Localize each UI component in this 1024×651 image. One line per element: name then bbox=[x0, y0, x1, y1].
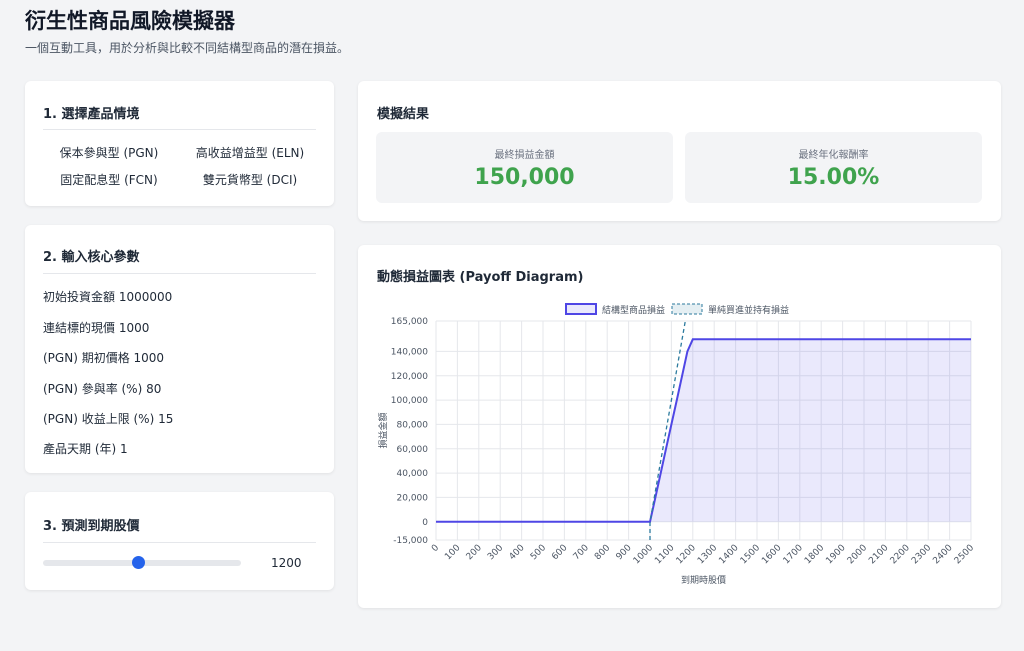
x-tick-label: 500 bbox=[529, 543, 548, 562]
legend-label[interactable]: 結構型商品損益 bbox=[602, 304, 665, 316]
pnl-value: 150,000 bbox=[474, 165, 575, 190]
legend-swatch[interactable] bbox=[671, 303, 703, 315]
x-axis-label: 到期時股價 bbox=[681, 574, 726, 586]
return-stat: 最終年化報酬率 15.00% bbox=[685, 132, 982, 203]
return-label: 最終年化報酬率 bbox=[798, 150, 869, 161]
divider bbox=[43, 542, 316, 543]
pnl-stat: 最終損益金額 150,000 bbox=[376, 132, 673, 203]
param-participation-rate[interactable]: (PGN) 參與率 (%) 80 bbox=[43, 380, 161, 397]
x-tick-label: 700 bbox=[572, 543, 591, 562]
scenario-option-fcn[interactable]: 固定配息型 (FCN) bbox=[54, 171, 164, 188]
series-area bbox=[436, 339, 971, 522]
param-initial-price[interactable]: (PGN) 期初價格 1000 bbox=[43, 349, 164, 366]
x-tick-label: 1600 bbox=[760, 543, 783, 566]
divider bbox=[43, 129, 316, 130]
x-tick-label: 2200 bbox=[889, 543, 912, 566]
params-title: 2. 輸入核心參數 bbox=[43, 250, 140, 265]
x-tick-label: 200 bbox=[465, 543, 484, 562]
x-tick-label: 600 bbox=[550, 543, 569, 562]
y-tick-label: 0 bbox=[422, 518, 428, 528]
page-subtitle: 一個互動工具，用於分析與比較不同結構型商品的潛在損益。 bbox=[25, 41, 350, 55]
x-tick-label: 1700 bbox=[782, 543, 805, 566]
x-tick-label: 0 bbox=[430, 543, 441, 554]
slider-thumb[interactable] bbox=[132, 556, 146, 569]
x-tick-label: 400 bbox=[507, 543, 526, 562]
param-return-cap[interactable]: (PGN) 收益上限 (%) 15 bbox=[43, 410, 173, 427]
scenario-option-dci[interactable]: 雙元貨幣型 (DCI) bbox=[195, 171, 305, 188]
x-tick-label: 1400 bbox=[717, 543, 740, 566]
scenario-card: 1. 選擇產品情境 保本參與型 (PGN) 高收益增益型 (ELN) 固定配息型… bbox=[25, 81, 334, 206]
x-tick-label: 1800 bbox=[803, 543, 826, 566]
scenario-option-eln[interactable]: 高收益增益型 (ELN) bbox=[195, 144, 305, 161]
param-tenor[interactable]: 產品天期 (年) 1 bbox=[43, 440, 128, 457]
y-tick-label: 100,000 bbox=[391, 396, 428, 406]
y-tick-label: -15,000 bbox=[393, 536, 428, 546]
y-tick-label: 40,000 bbox=[397, 469, 429, 479]
x-tick-label: 1900 bbox=[824, 543, 847, 566]
y-tick-label: 140,000 bbox=[391, 347, 428, 357]
x-tick-label: 2400 bbox=[931, 543, 954, 566]
scenario-option-pgn[interactable]: 保本參與型 (PGN) bbox=[54, 144, 164, 161]
return-value: 15.00% bbox=[787, 165, 880, 190]
x-tick-label: 1300 bbox=[696, 543, 719, 566]
legend-swatch[interactable] bbox=[565, 303, 597, 315]
y-axis-label: 損益金額 bbox=[377, 412, 389, 448]
x-tick-label: 1100 bbox=[653, 543, 676, 566]
x-tick-label: 1500 bbox=[739, 543, 762, 566]
param-investment[interactable]: 初始投資金額 1000000 bbox=[43, 288, 172, 305]
page-title: 衍生性商品風險模擬器 bbox=[25, 9, 235, 33]
forecast-card: 3. 預測到期股價 1200 bbox=[25, 492, 334, 590]
x-tick-label: 1200 bbox=[675, 543, 698, 566]
forecast-title: 3. 預測到期股價 bbox=[43, 519, 140, 534]
y-tick-label: 60,000 bbox=[397, 445, 429, 455]
results-card: 模擬結果 最終損益金額 150,000 最終年化報酬率 15.00% bbox=[358, 81, 1001, 221]
x-tick-label: 800 bbox=[593, 543, 612, 562]
y-tick-label: 165,000 bbox=[391, 317, 428, 327]
x-tick-label: 1000 bbox=[632, 543, 655, 566]
divider bbox=[43, 273, 316, 274]
pnl-label: 最終損益金額 bbox=[494, 150, 555, 161]
payoff-chart: 165,000 140,000 120,000 100,000 80,000 60,000… bbox=[377, 303, 976, 586]
results-title: 模擬結果 bbox=[377, 107, 430, 122]
param-spot-price[interactable]: 連結標的現價 1000 bbox=[43, 319, 149, 336]
x-tick-label: 2100 bbox=[867, 543, 890, 566]
x-tick-label: 100 bbox=[443, 543, 462, 562]
slider-value: 1200 bbox=[271, 556, 302, 570]
scenario-title: 1. 選擇產品情境 bbox=[43, 107, 140, 122]
x-tick-label: 2500 bbox=[953, 543, 976, 566]
x-tick-label: 2000 bbox=[846, 543, 869, 566]
x-tick-label: 2300 bbox=[910, 543, 933, 566]
y-tick-label: 120,000 bbox=[391, 372, 428, 382]
y-tick-label: 80,000 bbox=[397, 420, 429, 430]
chart-card: 動態損益圖表 (Payoff Diagram) 165,000 140,000 12… bbox=[358, 245, 1001, 608]
y-tick-label: 20,000 bbox=[397, 493, 429, 503]
price-slider[interactable] bbox=[43, 556, 241, 569]
x-tick-label: 300 bbox=[486, 543, 505, 562]
legend-label[interactable]: 單純買進並持有損益 bbox=[708, 304, 789, 316]
params-card: 2. 輸入核心參數 初始投資金額 1000000 連結標的現價 1000 (PG… bbox=[25, 225, 334, 473]
